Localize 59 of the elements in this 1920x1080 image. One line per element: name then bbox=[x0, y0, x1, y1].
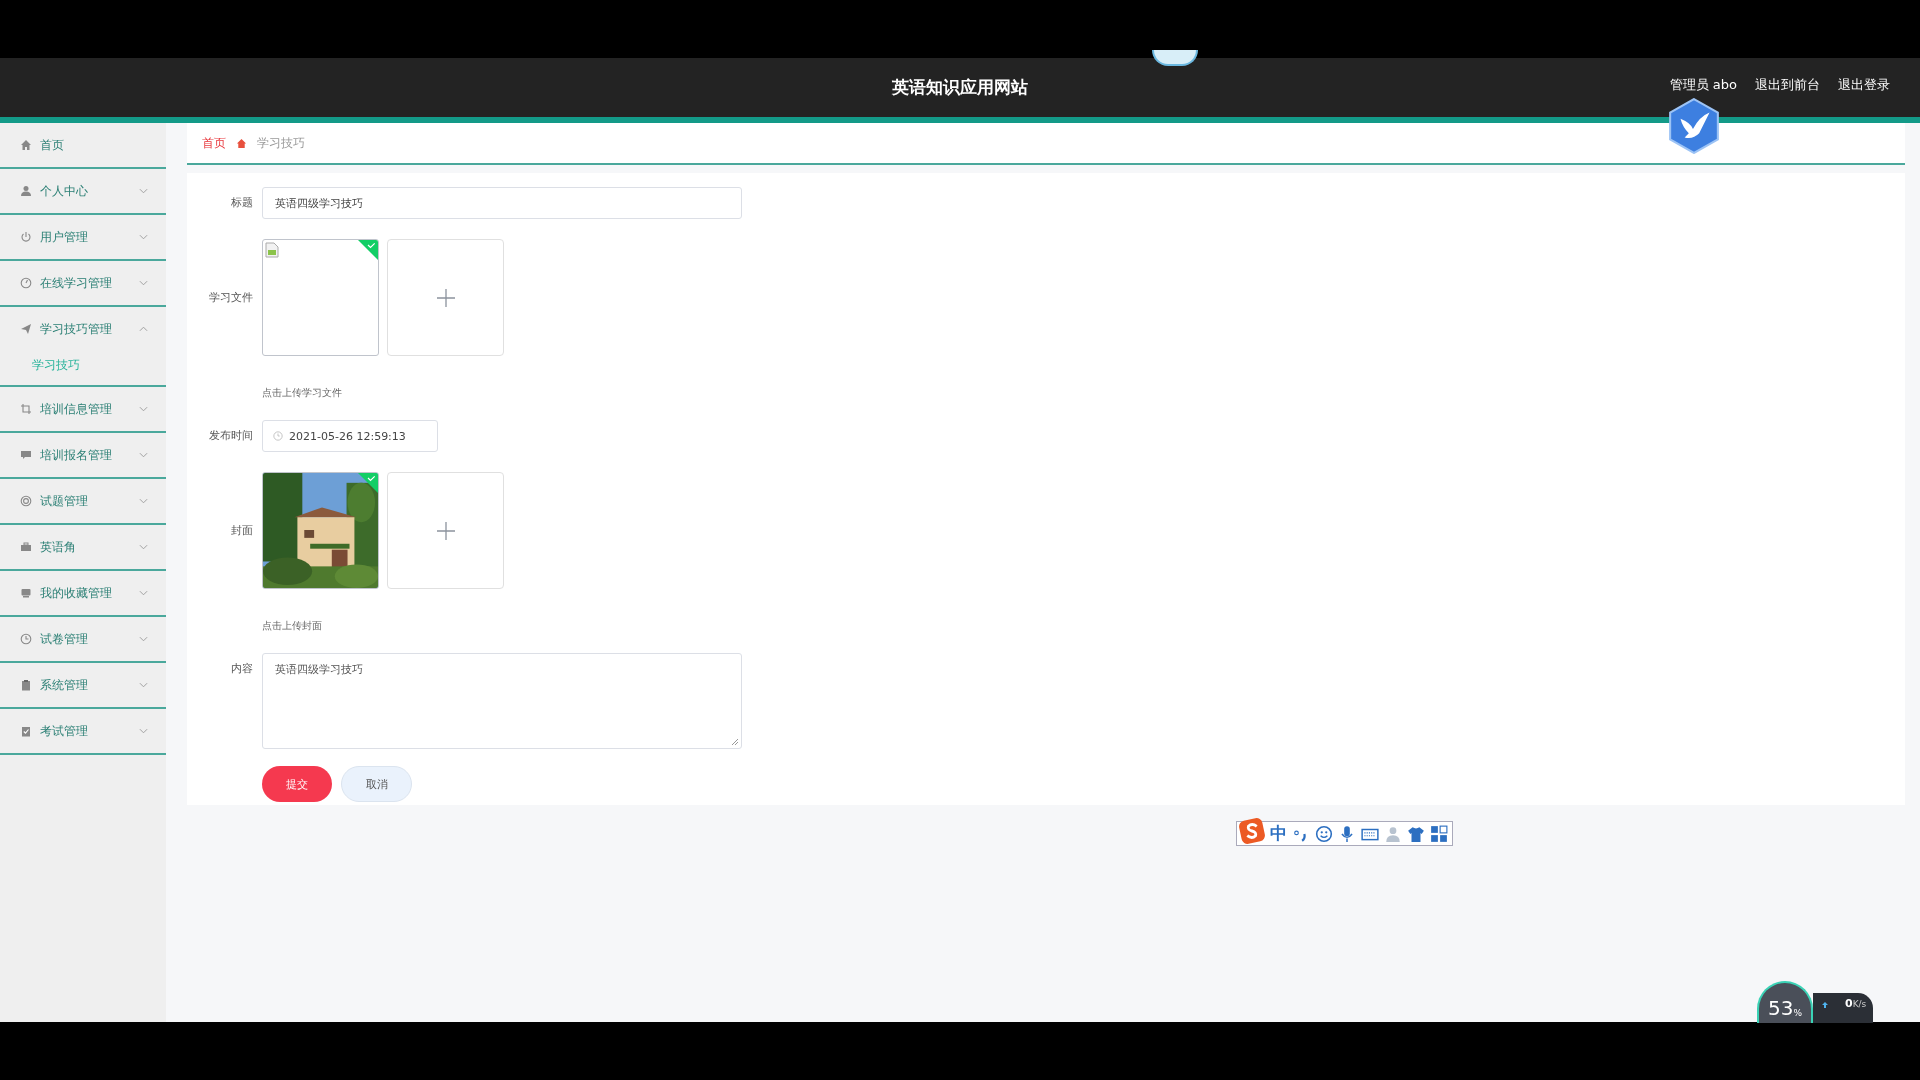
field-label: 标题 bbox=[230, 195, 254, 211]
case-icon bbox=[20, 541, 32, 553]
sidebar-item[interactable]: 系统管理 bbox=[0, 663, 166, 707]
header-link[interactable]: 管理员 abo bbox=[1669, 76, 1737, 94]
shirt-icon[interactable] bbox=[1407, 824, 1425, 843]
sidebar-item[interactable]: 试卷管理 bbox=[0, 617, 166, 661]
sidebar-item[interactable]: 用户管理 bbox=[0, 215, 166, 259]
sidebar-item[interactable]: 在线学习管理 bbox=[0, 261, 166, 305]
title-input[interactable]: 英语四级学习技巧 bbox=[262, 187, 742, 219]
home-icon bbox=[236, 137, 247, 149]
clock-icon bbox=[273, 431, 283, 441]
upload-hint: 点击上传封面 bbox=[262, 619, 323, 633]
breadcrumb-link[interactable]: 首页 bbox=[202, 134, 226, 152]
broken-image-icon bbox=[265, 242, 279, 258]
upload-speed: 0K/s bbox=[1845, 997, 1867, 1010]
smiley-icon[interactable] bbox=[1315, 824, 1333, 843]
user-icon bbox=[20, 185, 32, 197]
sidebar-item[interactable]: 考试管理 bbox=[0, 709, 166, 753]
site-title: 英语知识应用网站 bbox=[892, 76, 1028, 99]
field-label: 内容 bbox=[230, 661, 254, 677]
field-label: 封面 bbox=[230, 523, 254, 539]
resize-handle-icon[interactable] bbox=[731, 738, 739, 746]
sidebar-item[interactable]: 首页 bbox=[0, 123, 166, 167]
clip-icon bbox=[20, 679, 32, 691]
sidebar-item[interactable]: 试题管理 bbox=[0, 479, 166, 523]
sidebar-item[interactable]: 个人中心 bbox=[0, 169, 166, 213]
sidebar-item[interactable]: 培训信息管理 bbox=[0, 387, 166, 431]
date-field[interactable]: 2021-05-26 12:59:13 bbox=[262, 420, 438, 452]
usage-gauge[interactable]: 53% bbox=[1757, 981, 1813, 1023]
clock-icon bbox=[20, 633, 32, 645]
field-label: 学习文件 bbox=[208, 290, 254, 306]
monitor-icon bbox=[20, 587, 32, 599]
grid-icon[interactable] bbox=[1430, 824, 1448, 843]
cancel-button[interactable]: 取消 bbox=[341, 766, 412, 802]
ime-mode[interactable]: 中 bbox=[1270, 822, 1287, 845]
sidebar-item[interactable]: 培训报名管理 bbox=[0, 433, 166, 477]
header-link[interactable]: 退出到前台 bbox=[1755, 76, 1820, 94]
content-textarea[interactable]: 英语四级学习技巧 bbox=[262, 653, 742, 749]
plus-icon bbox=[435, 520, 456, 541]
home-icon bbox=[20, 139, 32, 151]
sidebar-item[interactable]: 我的收藏管理 bbox=[0, 571, 166, 615]
plane-icon bbox=[20, 323, 32, 335]
ring-icon bbox=[20, 495, 32, 507]
header-link[interactable]: 退出登录 bbox=[1838, 76, 1890, 94]
power-icon bbox=[20, 231, 32, 243]
speed-panel[interactable]: 0K/s bbox=[1813, 993, 1873, 1023]
breadcrumb-link[interactable]: 学习技巧 bbox=[257, 134, 305, 152]
up-arrow-icon bbox=[1821, 1001, 1829, 1009]
field-label: 发布时间 bbox=[208, 428, 254, 444]
plus-icon bbox=[435, 287, 456, 308]
submit-button[interactable]: 提交 bbox=[262, 766, 332, 802]
chat-icon bbox=[20, 449, 32, 461]
check-icon bbox=[20, 725, 32, 737]
gauge-icon bbox=[20, 277, 32, 289]
s-logo-icon[interactable] bbox=[1239, 817, 1265, 844]
sidebar-item[interactable]: 英语角 bbox=[0, 525, 166, 569]
crop-icon bbox=[20, 403, 32, 415]
microphone-icon[interactable] bbox=[1338, 824, 1356, 843]
upload-hint: 点击上传学习文件 bbox=[262, 386, 343, 400]
